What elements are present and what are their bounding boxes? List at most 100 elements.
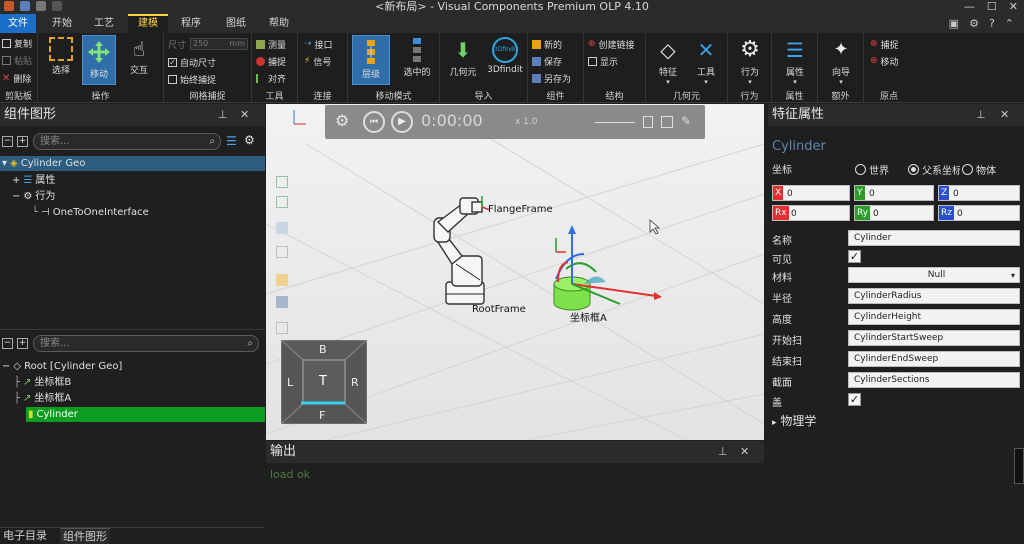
maximize-button[interactable]: ☐ xyxy=(987,0,997,13)
graph-search-input[interactable]: 搜索... ⌕ xyxy=(33,335,259,352)
rx-field[interactable]: Rx 0 xyxy=(772,205,850,221)
pin-icon[interactable]: ⊥ xyxy=(718,441,728,463)
tree-item-cylinder-geo[interactable]: ▾ ◈ Cylinder Geo xyxy=(0,156,265,171)
navcube-right[interactable]: R xyxy=(351,376,359,389)
rz-field[interactable]: Rz 0 xyxy=(938,205,1020,221)
show-checkbox[interactable]: 显示 xyxy=(588,54,618,68)
grid-icon[interactable] xyxy=(276,322,288,334)
physics-section[interactable]: ▸ 物理学 xyxy=(772,412,816,429)
snap-button[interactable]: 捕捉 xyxy=(256,54,286,68)
tab-home[interactable]: 开始 xyxy=(40,14,84,33)
signal-button[interactable]: ⚡ 信号 xyxy=(304,54,331,68)
box-icon[interactable] xyxy=(276,246,288,258)
tab-modeling[interactable]: 建模 xyxy=(128,14,168,33)
end-sweep-field[interactable]: CylinderEndSweep xyxy=(848,351,1020,367)
fit-view-icon[interactable] xyxy=(276,176,288,188)
geometry-tools-button[interactable]: ✕ 工具 ▾ xyxy=(688,37,724,86)
collapse-icon[interactable]: ▾ xyxy=(2,156,7,171)
always-snap-checkbox[interactable]: 始终捕捉 xyxy=(168,72,216,86)
tab-drawing[interactable]: 图纸 xyxy=(216,14,256,33)
tab-ecatalog[interactable]: 电子目录 xyxy=(0,528,50,544)
layout-icon[interactable]: ▣ xyxy=(949,17,959,30)
3d-viewport[interactable]: FlangeFrame RootFrame 坐标框A ⚙ ⏮ ▶ 0:00:00… xyxy=(266,104,764,440)
z-field[interactable]: Z0 xyxy=(938,185,1020,201)
document-icon[interactable] xyxy=(643,116,653,128)
height-field[interactable]: CylinderHeight xyxy=(848,309,1020,325)
properties-button[interactable]: ☰ 属性 ▾ xyxy=(776,37,814,86)
image-icon[interactable] xyxy=(661,116,673,128)
tab-help[interactable]: 帮助 xyxy=(258,14,300,33)
render-icon[interactable] xyxy=(276,274,288,286)
play-icon[interactable]: ▶ xyxy=(391,111,413,133)
settings-icon[interactable]: ⚙ xyxy=(969,17,979,30)
move-button[interactable]: 移动 xyxy=(82,35,116,85)
wizard-button[interactable]: ✦ 向导 ▾ xyxy=(822,37,860,86)
close-icon[interactable]: ✕ xyxy=(240,104,249,126)
ry-field[interactable]: Ry 0 xyxy=(854,205,934,221)
camera-icon[interactable] xyxy=(276,296,288,308)
tab-file[interactable]: 文件 xyxy=(0,14,36,33)
tree-item-cylinder[interactable]: ▮ Cylinder xyxy=(26,407,265,422)
origin-snap-button[interactable]: ⊕ 捕捉 xyxy=(870,37,899,51)
cap-checkbox[interactable]: ✓ xyxy=(848,393,861,406)
radius-field[interactable]: CylinderRadius xyxy=(848,288,1020,304)
start-sweep-field[interactable]: CylinderStartSweep xyxy=(848,330,1020,346)
tab-process[interactable]: 工艺 xyxy=(84,14,124,33)
y-field[interactable]: Y0 xyxy=(854,185,934,201)
navcube-top[interactable]: B xyxy=(319,343,327,356)
origin-move-button[interactable]: ⊕ 移动 xyxy=(870,54,899,68)
expand-icon[interactable]: + xyxy=(12,173,20,188)
selected-button[interactable]: 选中的 xyxy=(398,37,436,78)
sections-field[interactable]: CylinderSections xyxy=(848,372,1020,388)
pen-icon[interactable]: ✎ xyxy=(681,114,691,128)
filter-icon[interactable]: ☰ xyxy=(226,134,237,148)
paste-button[interactable]: 粘贴 xyxy=(2,53,32,67)
tree-item-frame-a[interactable]: ├ ↗ 坐标框A xyxy=(14,391,71,406)
interface-button[interactable]: ⇢ 接口 xyxy=(304,37,333,51)
tree-item-behaviors[interactable]: − ⚙ 行为 xyxy=(12,189,55,204)
interact-button[interactable]: ☝ 交互 xyxy=(122,37,156,76)
visible-checkbox[interactable]: ✓ xyxy=(848,250,861,263)
new-button[interactable]: 新的 xyxy=(532,37,562,51)
close-icon[interactable]: ✕ xyxy=(740,441,749,463)
zoom-box-icon[interactable] xyxy=(276,196,288,208)
collapse-icon[interactable]: − xyxy=(2,359,10,374)
settings-icon[interactable]: ⚙ xyxy=(335,111,349,130)
help-icon[interactable]: ? xyxy=(989,17,995,30)
save-button[interactable]: 保存 xyxy=(532,54,562,68)
tab-program[interactable]: 程序 xyxy=(170,14,212,33)
geometry-import-button[interactable]: ⬇ 几何元 xyxy=(444,37,482,78)
view-mode-icon[interactable] xyxy=(276,222,288,234)
navcube-bottom[interactable]: F xyxy=(319,409,325,422)
feature-button[interactable]: ◇ 特征 ▾ xyxy=(650,37,686,86)
grid-size-input[interactable]: 250 mm xyxy=(190,38,248,50)
gear-icon[interactable]: ⚙ xyxy=(244,133,255,147)
speed-slider[interactable] xyxy=(595,122,635,123)
3dfindit-button[interactable]: 3Dfindit 3Dfindit xyxy=(484,37,526,75)
hierarchy-button[interactable]: 层级 xyxy=(352,35,390,85)
close-icon[interactable]: ✕ xyxy=(1000,104,1009,126)
pin-icon[interactable]: ⊥ xyxy=(976,104,986,126)
minimize-button[interactable]: — xyxy=(964,0,975,13)
align-button[interactable]: 对齐 xyxy=(256,71,286,85)
behavior-button[interactable]: ⚙ 行为 ▾ xyxy=(732,37,768,86)
expand-all-button[interactable]: + xyxy=(17,136,28,147)
pin-icon[interactable]: ⊥ xyxy=(218,104,228,126)
collapse-all-button[interactable]: − xyxy=(2,136,13,147)
tree-item-properties[interactable]: + ☰ 属性 xyxy=(12,173,55,188)
delete-button[interactable]: ✕ 删除 xyxy=(2,71,31,85)
tree-item-interface[interactable]: └ ⊣ OneToOneInterface xyxy=(32,205,149,220)
create-link-button[interactable]: ⊕ 创建链接 xyxy=(588,37,635,51)
save-as-button[interactable]: 另存为 xyxy=(532,71,571,85)
reset-icon[interactable]: ⏮ xyxy=(363,111,385,133)
tree-item-frame-b[interactable]: ├ ↗ 坐标框B xyxy=(14,375,71,390)
tree-item-root[interactable]: − ◇ Root [Cylinder Geo] xyxy=(2,359,122,374)
material-select[interactable]: Null ▾ xyxy=(848,267,1020,283)
collapse-all-button[interactable]: − xyxy=(2,338,13,349)
component-search-input[interactable]: 搜索... ⌕ xyxy=(33,133,221,150)
radio-parent[interactable]: 父系坐标 xyxy=(908,162,960,177)
copy-button[interactable]: 复制 xyxy=(2,36,32,50)
radio-world[interactable]: 世界 xyxy=(855,162,889,177)
collapse-icon[interactable]: − xyxy=(12,189,20,204)
collapse-ribbon-icon[interactable]: ⌃ xyxy=(1005,17,1014,30)
